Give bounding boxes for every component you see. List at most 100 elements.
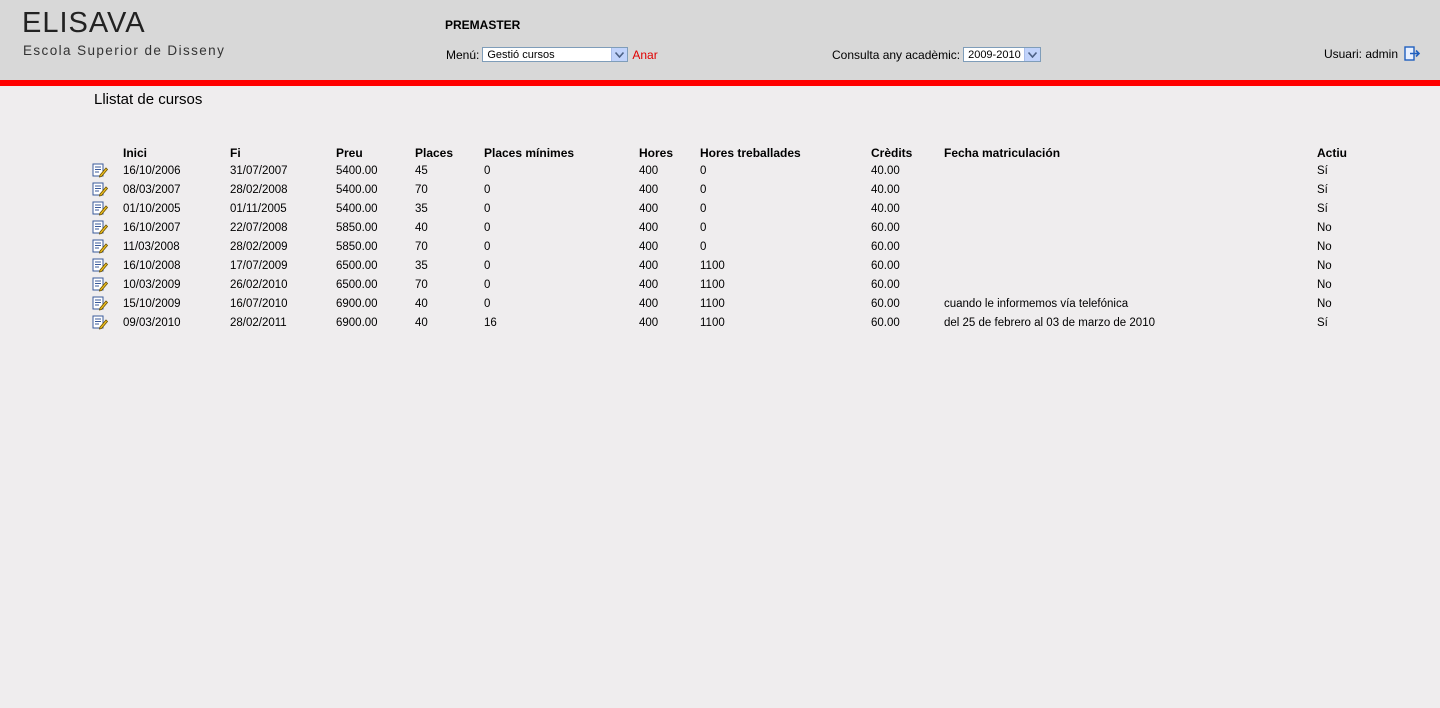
cell-preu: 5850.00 <box>336 221 378 234</box>
cell-fecha-matriculacion: cuando le informemos vía telefónica <box>944 297 1129 310</box>
cell-places: 35 <box>415 259 428 272</box>
cell-places-minimes: 16 <box>484 316 497 329</box>
cell-inici: 11/03/2008 <box>123 240 180 253</box>
edit-cell <box>92 161 123 180</box>
cell-hores: 400 <box>639 221 659 234</box>
edit-cell <box>92 313 123 332</box>
edit-document-icon[interactable] <box>92 201 108 216</box>
cell-hores-treballades: 0 <box>700 202 707 215</box>
edit-document-icon[interactable] <box>92 163 108 178</box>
cell-hores: 400 <box>639 297 659 310</box>
cell-places: 70 <box>415 240 428 253</box>
cell-actiu: Sí <box>1317 316 1328 329</box>
table-row: 10/03/2009 26/02/2010 6500.00 70 0 400 1100 60.… <box>92 275 1377 294</box>
cell-hores-treballades: 1100 <box>700 278 725 291</box>
logo-subtitle: Escola Superior de Disseny <box>23 43 226 58</box>
edit-document-icon[interactable] <box>92 296 108 311</box>
courses-table-body: 16/10/2006 31/07/2007 5400.00 45 0 400 0 40.00 S… <box>92 161 1377 332</box>
edit-cell <box>92 218 123 237</box>
cell-inici: 08/03/2007 <box>123 183 181 196</box>
column-header-credits: Crèdits <box>871 145 913 160</box>
cell-hores-treballades: 0 <box>700 183 707 196</box>
cell-fi: 28/02/2011 <box>230 316 287 329</box>
column-header-places: Places <box>415 145 454 160</box>
cell-hores-treballades: 0 <box>700 240 707 253</box>
cell-actiu: Sí <box>1317 183 1328 196</box>
column-header-fi: Fi <box>230 145 241 160</box>
cell-inici: 16/10/2008 <box>123 259 181 272</box>
column-header-edit <box>92 144 123 161</box>
column-header-hores: Hores <box>639 145 674 160</box>
column-header-inici: Inici <box>123 145 148 160</box>
logout-icon[interactable] <box>1404 46 1421 61</box>
table-row: 08/03/2007 28/02/2008 5400.00 70 0 400 0 40.00 S… <box>92 180 1377 199</box>
cell-inici: 15/10/2009 <box>123 297 181 310</box>
column-header-hores-treballades: Hores treballades <box>700 145 801 160</box>
cell-preu: 5400.00 <box>336 164 378 177</box>
menu-row: Menú: Gestió cursos Anar <box>446 47 658 62</box>
cell-fi: 28/02/2008 <box>230 183 288 196</box>
cell-hores: 400 <box>639 240 659 253</box>
cell-fi: 16/07/2010 <box>230 297 288 310</box>
cell-places: 70 <box>415 183 428 196</box>
edit-cell <box>92 275 123 294</box>
cell-places-minimes: 0 <box>484 164 491 177</box>
year-select[interactable]: 2009-2010 <box>963 47 1042 62</box>
cell-places-minimes: 0 <box>484 278 491 291</box>
page-title: Llistat de cursos <box>94 91 203 108</box>
cell-hores-treballades: 1100 <box>700 316 725 329</box>
go-link[interactable]: Anar <box>632 48 657 62</box>
header: ELISAVA Escola Superior de Disseny PREMA… <box>0 0 1440 86</box>
chevron-down-icon[interactable] <box>611 48 628 61</box>
cell-places-minimes: 0 <box>484 297 491 310</box>
cell-fecha-matriculacion <box>944 161 1317 180</box>
cell-fecha-matriculacion <box>944 199 1317 218</box>
table-row: 15/10/2009 16/07/2010 6900.00 40 0 400 1100 60.… <box>92 294 1377 313</box>
menu-select[interactable]: Gestió cursos <box>482 47 629 62</box>
cell-actiu: Sí <box>1317 164 1328 177</box>
cell-hores: 400 <box>639 202 659 215</box>
edit-document-icon[interactable] <box>92 315 108 330</box>
cell-preu: 6500.00 <box>336 259 378 272</box>
year-select-value: 2009-2010 <box>968 48 1021 61</box>
cell-preu: 6900.00 <box>336 316 378 329</box>
cell-actiu: No <box>1317 278 1332 291</box>
cell-places: 35 <box>415 202 428 215</box>
table-row: 16/10/2007 22/07/2008 5850.00 40 0 400 0 60.00 N… <box>92 218 1377 237</box>
cell-hores-treballades: 0 <box>700 221 707 234</box>
cell-fecha-matriculacion <box>944 237 1317 256</box>
cell-credits: 60.00 <box>871 297 900 310</box>
column-header-places-minimes: Places mínimes <box>484 145 575 160</box>
table-row: 16/10/2008 17/07/2009 6500.00 35 0 400 1100 60.… <box>92 256 1377 275</box>
cell-inici: 16/10/2006 <box>123 164 181 177</box>
column-header-preu: Preu <box>336 145 363 160</box>
cell-inici: 01/10/2005 <box>123 202 181 215</box>
cell-fecha-matriculacion: del 25 de febrero al 03 de marzo de 2010 <box>944 316 1155 329</box>
cell-places-minimes: 0 <box>484 202 491 215</box>
cell-places: 45 <box>415 164 428 177</box>
menu-label: Menú: <box>446 47 480 62</box>
edit-document-icon[interactable] <box>92 277 108 292</box>
cell-credits: 60.00 <box>871 278 900 291</box>
cell-actiu: No <box>1317 240 1332 253</box>
edit-cell <box>92 199 123 218</box>
cell-fi: 01/11/2005 <box>230 202 287 215</box>
edit-document-icon[interactable] <box>92 239 108 254</box>
cell-fi: 31/07/2007 <box>230 164 288 177</box>
cell-hores-treballades: 1100 <box>700 259 725 272</box>
cell-fi: 28/02/2009 <box>230 240 288 253</box>
edit-document-icon[interactable] <box>92 182 108 197</box>
chevron-down-icon[interactable] <box>1024 48 1041 61</box>
cell-credits: 60.00 <box>871 259 900 272</box>
cell-credits: 60.00 <box>871 316 900 329</box>
cell-hores: 400 <box>639 278 659 291</box>
cell-fi: 26/02/2010 <box>230 278 288 291</box>
edit-document-icon[interactable] <box>92 258 108 273</box>
cell-credits: 40.00 <box>871 202 900 215</box>
cell-credits: 60.00 <box>871 221 900 234</box>
cell-inici: 10/03/2009 <box>123 278 181 291</box>
cell-hores-treballades: 0 <box>700 164 707 177</box>
year-row: Consulta any acadèmic: 2009-2010 <box>832 47 1042 62</box>
edit-document-icon[interactable] <box>92 220 108 235</box>
user-label: Usuari: admin <box>1323 46 1398 61</box>
